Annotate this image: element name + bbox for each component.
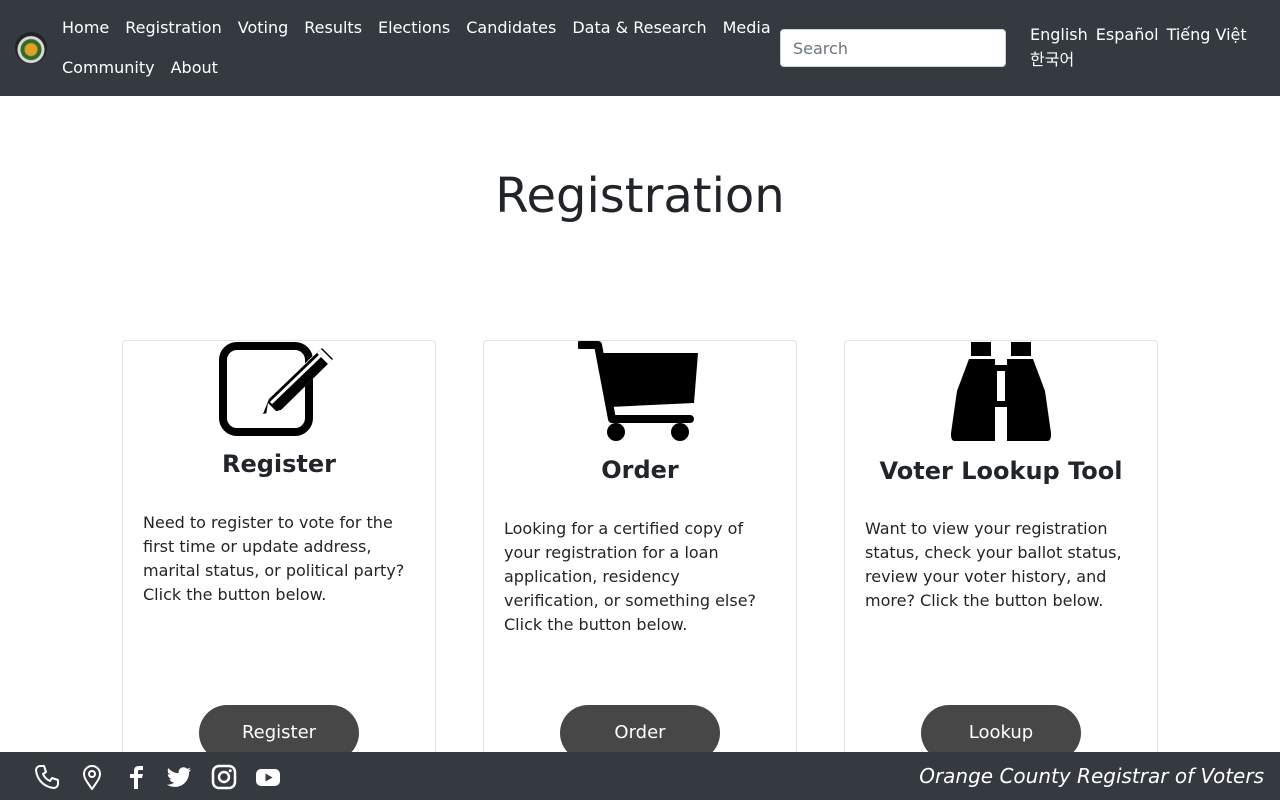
lang-espanol[interactable]: Español	[1096, 22, 1159, 47]
order-card: Order Looking for a certified copy of yo…	[483, 340, 797, 770]
nav-item-candidates[interactable]: Candidates	[458, 8, 564, 48]
nav-item-elections[interactable]: Elections	[370, 8, 458, 48]
page-title: Registration	[495, 168, 785, 224]
edit-icon	[123, 341, 435, 445]
nav-item-home[interactable]: Home	[54, 8, 117, 48]
search-input[interactable]	[780, 29, 1006, 67]
nav-item-registration[interactable]: Registration	[117, 8, 229, 48]
language-switcher: English Español Tiếng Việt 한국어	[1030, 22, 1270, 72]
lang-english[interactable]: English	[1030, 22, 1088, 47]
youtube-icon[interactable]	[255, 764, 281, 790]
nav-item-community[interactable]: Community	[54, 48, 163, 88]
card-title: Register	[221, 450, 337, 478]
lang-korean[interactable]: 한국어	[1030, 47, 1074, 72]
instagram-icon[interactable]	[211, 764, 237, 790]
county-seal-logo[interactable]	[15, 32, 47, 64]
nav-item-about[interactable]: About	[163, 48, 226, 88]
nav-item-data-research[interactable]: Data & Research	[564, 8, 714, 48]
card-description: Want to view your registration status, c…	[865, 519, 1122, 610]
shopping-cart-icon	[484, 341, 796, 445]
twitter-icon[interactable]	[167, 764, 193, 790]
card-title: Order	[601, 456, 679, 484]
card-description: Looking for a certified copy of your reg…	[504, 519, 757, 634]
nav-item-results[interactable]: Results	[296, 8, 370, 48]
map-marker-icon[interactable]	[79, 764, 105, 791]
nav-item-voting[interactable]: Voting	[230, 8, 297, 48]
footer-bar: Orange County Registrar of Voters	[0, 752, 1280, 800]
lang-vietnamese[interactable]: Tiếng Việt	[1167, 22, 1247, 47]
binoculars-icon	[845, 341, 1157, 445]
main-nav: Home Registration Voting Results Electio…	[54, 8, 780, 88]
top-navbar: Home Registration Voting Results Electio…	[0, 0, 1280, 96]
card-title: Voter Lookup Tool	[879, 457, 1123, 485]
facebook-icon[interactable]	[123, 764, 149, 790]
card-description: Need to register to vote for the first t…	[143, 513, 405, 604]
phone-icon[interactable]	[34, 764, 60, 790]
organization-name: Orange County Registrar of Voters	[919, 764, 1264, 788]
voter-lookup-card: Voter Lookup Tool Want to view your regi…	[844, 340, 1158, 770]
nav-item-media[interactable]: Media	[715, 8, 779, 48]
register-card: Register Need to register to vote for th…	[122, 340, 436, 770]
